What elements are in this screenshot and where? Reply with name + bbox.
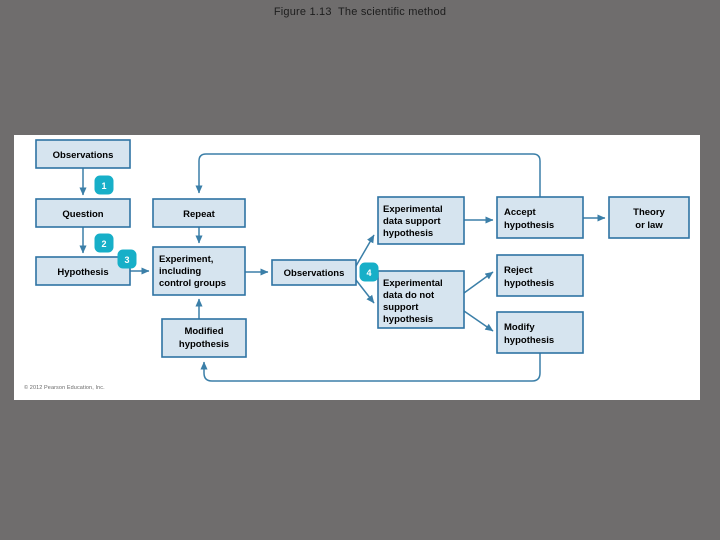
node-hypothesis-label: Hypothesis bbox=[57, 267, 108, 278]
node-question-label: Question bbox=[62, 209, 103, 220]
connection-modify-loop-to-modified bbox=[200, 353, 541, 382]
node-modify-hypothesis-label-line-2: hypothesis bbox=[504, 335, 554, 346]
node-data-do-not-support-label-line-4: hypothesis bbox=[383, 314, 433, 325]
node-experiment-label-line-3: control groups bbox=[159, 278, 226, 289]
slide-screen: Figure 1.13 The scientific method Observ… bbox=[0, 0, 720, 540]
node-modified-hypothesis-label-line-1: Modified bbox=[184, 326, 223, 337]
step-badge-2: 2 bbox=[94, 233, 114, 253]
connection-observations-to-data-do-not-support bbox=[355, 279, 375, 304]
node-experiment-label-line-1: Experiment, bbox=[159, 254, 213, 265]
scientific-method-flowchart: Observations Question Hypothesis Repeat … bbox=[35, 139, 690, 382]
node-data-do-not-support-label-line-2: data do not bbox=[383, 290, 435, 301]
step-badge-4: 4 bbox=[359, 262, 379, 282]
node-data-support[interactable]: Experimental data support hypothesis bbox=[377, 196, 465, 245]
step-badge-1: 1 bbox=[94, 175, 114, 195]
step-badge-1-number: 1 bbox=[101, 181, 106, 191]
node-reject-hypothesis[interactable]: Reject hypothesis bbox=[496, 254, 584, 297]
node-observations-start[interactable]: Observations bbox=[35, 139, 131, 169]
node-question[interactable]: Question bbox=[35, 198, 131, 228]
node-theory-or-law-label-line-2: or law bbox=[635, 220, 663, 231]
node-observations-result-label: Observations bbox=[284, 268, 345, 279]
connection-data-do-not-support-to-modify bbox=[463, 310, 494, 332]
diagram-canvas: Observations Question Hypothesis Repeat … bbox=[14, 135, 700, 400]
connection-accept-loop-to-repeat bbox=[195, 153, 541, 197]
node-accept-hypothesis-label-line-2: hypothesis bbox=[504, 220, 554, 231]
figure-caption: Figure 1.13 The scientific method bbox=[273, 6, 447, 18]
node-data-do-not-support[interactable]: Experimental data do not support hypothe… bbox=[377, 270, 465, 329]
node-accept-hypothesis[interactable]: Accept hypothesis bbox=[496, 196, 584, 239]
step-badge-4-number: 4 bbox=[366, 268, 371, 278]
node-repeat[interactable]: Repeat bbox=[152, 198, 246, 228]
node-data-do-not-support-label-line-3: support bbox=[383, 302, 419, 313]
node-data-support-label-line-1: Experimental bbox=[383, 204, 443, 215]
node-observations-start-label: Observations bbox=[53, 150, 114, 161]
step-badge-3: 3 bbox=[117, 249, 137, 269]
node-experiment[interactable]: Experiment, including control groups bbox=[152, 246, 246, 296]
copyright-notice: © 2012 Pearson Education, Inc. bbox=[24, 385, 105, 391]
connection-data-do-not-support-to-reject bbox=[463, 271, 494, 294]
node-observations-result[interactable]: Observations bbox=[271, 259, 357, 286]
connection-observations-to-data-support bbox=[355, 234, 375, 267]
step-badge-2-number: 2 bbox=[101, 239, 106, 249]
node-data-support-label-line-2: data support bbox=[383, 216, 441, 227]
node-data-do-not-support-label-line-1: Experimental bbox=[383, 278, 443, 289]
node-reject-hypothesis-label-line-1: Reject bbox=[504, 265, 533, 276]
node-reject-hypothesis-label-line-2: hypothesis bbox=[504, 278, 554, 289]
node-theory-or-law[interactable]: Theory or law bbox=[608, 196, 690, 239]
node-theory-or-law-label-line-1: Theory bbox=[633, 207, 665, 218]
node-modify-hypothesis-label-line-1: Modify bbox=[504, 322, 535, 333]
node-modified-hypothesis-label-line-2: hypothesis bbox=[179, 339, 229, 350]
node-experiment-label-line-2: including bbox=[159, 266, 201, 277]
node-modify-hypothesis[interactable]: Modify hypothesis bbox=[496, 311, 584, 354]
step-badge-3-number: 3 bbox=[124, 255, 129, 265]
node-repeat-label: Repeat bbox=[183, 209, 216, 220]
node-modified-hypothesis[interactable]: Modified hypothesis bbox=[161, 318, 247, 358]
node-data-support-label-line-3: hypothesis bbox=[383, 228, 433, 239]
node-accept-hypothesis-label-line-1: Accept bbox=[504, 207, 537, 218]
node-hypothesis[interactable]: Hypothesis bbox=[35, 256, 131, 286]
